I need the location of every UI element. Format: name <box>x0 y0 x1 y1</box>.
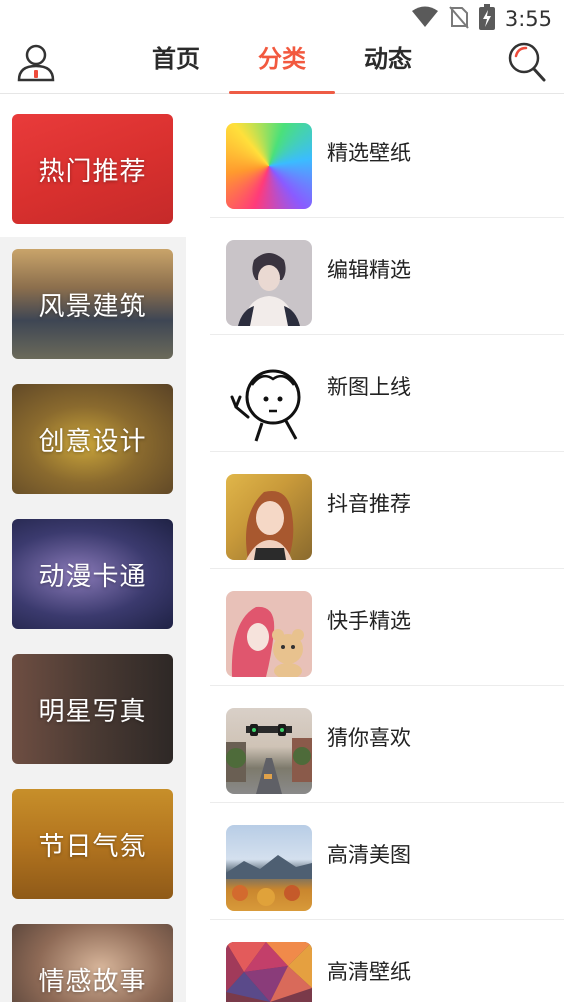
thumbnail-image <box>226 357 312 443</box>
thumbnail-image <box>226 942 312 1002</box>
list-item-title: 精选壁纸 <box>327 141 411 165</box>
user-profile-button[interactable] <box>16 40 56 84</box>
tab-category[interactable]: 分类 <box>229 44 335 94</box>
status-icons: 3:55 <box>411 4 552 34</box>
sidebar-item-label: 风景建筑 <box>38 291 147 322</box>
sidebar-item-anime[interactable]: 动漫卡通 <box>12 519 173 629</box>
no-sim-icon <box>449 5 469 33</box>
thumbnail-image <box>226 825 312 911</box>
thumbnail-image <box>226 708 312 794</box>
sidebar-item-hot[interactable]: 热门推荐 <box>12 114 173 224</box>
sidebar-item-label: 创意设计 <box>38 426 147 457</box>
sidebar-item-design[interactable]: 创意设计 <box>12 384 173 494</box>
sidebar-item-emotion[interactable]: 情感故事 <box>12 924 173 1002</box>
battery-charging-icon <box>478 4 495 34</box>
sidebar-item-label: 明星写真 <box>38 696 147 727</box>
tab-home[interactable]: 首页 <box>138 44 214 94</box>
status-time: 3:55 <box>504 7 552 31</box>
sidebar-item-celebrity[interactable]: 明星写真 <box>12 654 173 764</box>
user-icon <box>16 44 56 88</box>
category-sidebar: 热门推荐 风景建筑 创意设计 动漫卡通 明星写真 节日气氛 情感故事 <box>0 95 186 1002</box>
sidebar-item-festival[interactable]: 节日气氛 <box>12 789 173 899</box>
sidebar-item-label: 热门推荐 <box>38 156 147 187</box>
list-item[interactable]: 高清美图 <box>210 803 564 920</box>
thumbnail-image <box>226 474 312 560</box>
top-navigation-bar: 首页 分类 动态 <box>0 38 564 94</box>
list-item[interactable]: 抖音推荐 <box>210 452 564 569</box>
list-item[interactable]: 高清壁纸 <box>210 920 564 1002</box>
search-button[interactable] <box>506 40 548 84</box>
sidebar-item-label: 情感故事 <box>38 966 147 997</box>
list-item-title: 快手精选 <box>327 609 411 633</box>
list-item[interactable]: 编辑精选 <box>210 218 564 335</box>
list-item-title: 新图上线 <box>327 375 411 399</box>
wifi-icon <box>411 6 439 32</box>
search-icon <box>506 42 548 88</box>
thumbnail-image <box>226 240 312 326</box>
subcategory-list: 精选壁纸 编辑精选 新图上线 抖音推荐 快手精选 猜你喜欢 高清美图 高清壁纸 <box>186 95 564 1002</box>
list-item[interactable]: 快手精选 <box>210 569 564 686</box>
thumbnail-image <box>226 123 312 209</box>
list-item-title: 高清美图 <box>327 843 411 867</box>
status-bar: 3:55 <box>0 0 564 38</box>
sidebar-item-scenery[interactable]: 风景建筑 <box>12 249 173 359</box>
list-item[interactable]: 猜你喜欢 <box>210 686 564 803</box>
list-item-title: 猜你喜欢 <box>327 726 411 750</box>
thumbnail-image <box>226 591 312 677</box>
list-item-title: 编辑精选 <box>327 258 411 282</box>
sidebar-item-label: 节日气氛 <box>38 831 147 862</box>
tab-feed[interactable]: 动态 <box>350 44 426 94</box>
list-item-title: 抖音推荐 <box>327 492 411 516</box>
list-item[interactable]: 新图上线 <box>210 335 564 452</box>
list-item-title: 高清壁纸 <box>327 960 411 984</box>
list-item[interactable]: 精选壁纸 <box>210 101 564 218</box>
sidebar-item-label: 动漫卡通 <box>38 561 147 592</box>
